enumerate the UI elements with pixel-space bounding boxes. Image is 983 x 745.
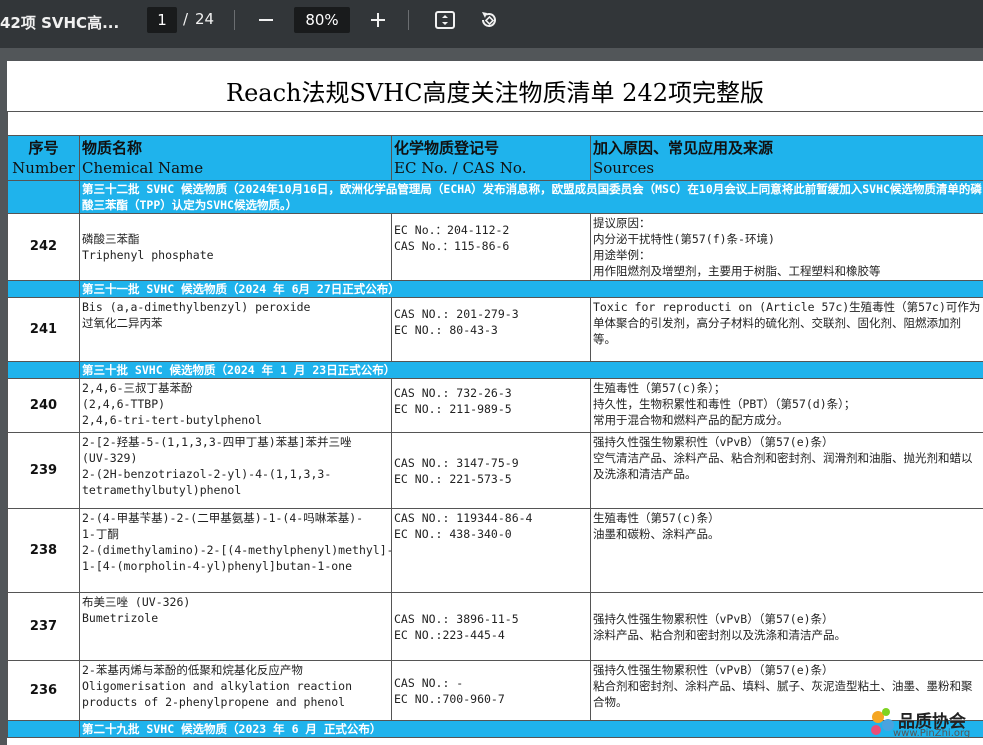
chemical-name-cell: 布美三唑 (UV-326) Bumetrizole	[79, 592, 392, 661]
page-title: Reach法规SVHC高度关注物质清单 242项完整版	[226, 79, 764, 107]
fit-page-icon	[435, 11, 455, 29]
row-number: 238	[7, 508, 80, 593]
chemical-name-cell: 2-(4-甲基苄基)-2-(二甲基氨基)-1-(4-吗啉苯基)- 1-丁酮 2-…	[79, 508, 392, 593]
zoom-level-input[interactable]: 80%	[294, 7, 350, 33]
toolbar-divider	[234, 10, 235, 30]
table-header-row: 序号 Number 物质名称 Chemical Name 化学物质登记号 EC …	[7, 135, 983, 181]
chemical-name-cell: 磷酸三苯酯 Triphenyl phosphate	[79, 213, 392, 281]
batch-row-29: 第二十九批 SVHC 候选物质（2023 年 6 月 正式公布）	[7, 720, 983, 738]
zoom-in-button[interactable]	[364, 6, 392, 34]
table-row: 242 磷酸三苯酯 Triphenyl phosphate EC No.：204…	[7, 213, 983, 281]
pdf-toolbar: 42项 SVHC高... 1 / 24 80%	[0, 0, 983, 48]
table-row: 238 2-(4-甲基苄基)-2-(二甲基氨基)-1-(4-吗啉苯基)- 1-丁…	[7, 508, 983, 593]
batch-label: 第三十一批 SVHC 候选物质（2024 年 6月 27日正式公布）	[79, 280, 983, 298]
svhc-table-wrapper: 序号 Number 物质名称 Chemical Name 化学物质登记号 EC …	[7, 111, 983, 738]
table-row: 236 2-苯基丙烯与苯酚的低聚和烷基化反应产物 Oligomerisation…	[7, 660, 983, 721]
zoom-out-icon	[259, 19, 273, 21]
row-number: 237	[7, 592, 80, 661]
chemical-name-cell: 2-苯基丙烯与苯酚的低聚和烷基化反应产物 Oligomerisation and…	[79, 660, 392, 721]
table-row: 237 布美三唑 (UV-326) Bumetrizole CAS NO.: 3…	[7, 592, 983, 661]
chemical-name-cell: 2,4,6-三叔丁基苯酚 (2,4,6-TTBP) 2,4,6-tri-tert…	[79, 378, 392, 433]
row-number: 242	[7, 213, 80, 281]
batch-label: 第三十二批 SVHC 候选物质（2024年10月16日，欧洲化学品管理局（ECH…	[79, 180, 983, 214]
watermark-url: www.PinZhi.org	[893, 728, 971, 739]
header-chemical-name: 物质名称 Chemical Name	[79, 135, 392, 181]
row-number: 239	[7, 432, 80, 509]
ec-cas-cell: CAS NO.: 3147-75-9 EC NO.: 221-573-5	[391, 432, 591, 509]
ec-cas-cell: CAS NO.: 119344-86-4 EC NO.: 438-340-0	[391, 508, 591, 593]
sources-cell: 强持久性强生物累积性（vPvB）（第57(e)条） 涂料产品、粘合剂和密封剂以及…	[590, 592, 983, 661]
rotate-icon	[482, 12, 496, 27]
rotate-button[interactable]	[475, 6, 503, 34]
sources-cell: 生殖毒性（第57(c)条）； 持久性，生物积累性和毒性（PBT）（第57(d)条…	[590, 378, 983, 433]
zoom-in-icon	[371, 13, 385, 27]
sources-cell: Toxic for reproducti on (Article 57c)生殖毒…	[590, 297, 983, 362]
batch-row-30: 第三十批 SVHC 候选物质（2024 年 1 月 23日正式公布）	[7, 361, 983, 379]
ec-cas-cell: CAS NO.: 732-26-3 EC NO.: 211-989-5	[391, 378, 591, 433]
batch-label: 第二十九批 SVHC 候选物质（2023 年 6 月 正式公布）	[79, 720, 983, 738]
row-number: 236	[7, 660, 80, 721]
sources-cell: 生殖毒性（第57(c)条） 油墨和碳粉、涂料产品。	[590, 508, 983, 593]
batch-row-32: 第三十二批 SVHC 候选物质（2024年10月16日，欧洲化学品管理局（ECH…	[7, 180, 983, 214]
fit-page-button[interactable]	[431, 6, 459, 34]
chemical-name-cell: 2-[2-羟基-5-(1,1,3,3-四甲丁基)苯基]苯并三唑 (UV-329)…	[79, 432, 392, 509]
batch-label: 第三十批 SVHC 候选物质（2024 年 1 月 23日正式公布）	[79, 361, 983, 379]
row-number: 241	[7, 297, 80, 362]
header-ec-cas: 化学物质登记号 EC No. / CAS No.	[391, 135, 591, 181]
ec-cas-cell: CAS NO.: 201-279-3 EC NO.: 80-43-3	[391, 297, 591, 362]
sources-cell: 提议原因： 内分泌干扰特性(第57(f)条-环境) 用途举例： 用作阻燃剂及增塑…	[590, 213, 983, 281]
table-row: 241 Bis (a,a-dimethylbenzyl) peroxide 过氧…	[7, 297, 983, 362]
ec-cas-cell: CAS NO.: - EC NO.:700-960-7	[391, 660, 591, 721]
page-total: 24	[195, 10, 215, 28]
batch-row-31: 第三十一批 SVHC 候选物质（2024 年 6月 27日正式公布）	[7, 280, 983, 298]
chemical-name-cell: Bis (a,a-dimethylbenzyl) peroxide 过氧化二异丙…	[79, 297, 392, 362]
page-separator: /	[183, 10, 189, 28]
sources-cell: 强持久性强生物累积性（vPvB）（第57(e)条） 空气清洁产品、涂料产品、粘合…	[590, 432, 983, 509]
ec-cas-cell: EC No.：204-112-2 CAS No.：115-86-6	[391, 213, 591, 281]
svhc-table: 序号 Number 物质名称 Chemical Name 化学物质登记号 EC …	[7, 111, 983, 738]
table-row: 239 2-[2-羟基-5-(1,1,3,3-四甲丁基)苯基]苯并三唑 (UV-…	[7, 432, 983, 509]
pdf-page: Reach法规SVHC高度关注物质清单 242项完整版 序号 Number 物质…	[7, 61, 983, 745]
zoom-out-button[interactable]	[252, 6, 280, 34]
table-row: 240 2,4,6-三叔丁基苯酚 (2,4,6-TTBP) 2,4,6-tri-…	[7, 378, 983, 433]
document-title: 42项 SVHC高...	[0, 14, 120, 32]
ec-cas-cell: CAS NO.: 3896-11-5 EC NO.:223-445-4	[391, 592, 591, 661]
table-blank-row	[7, 111, 983, 136]
header-sources: 加入原因、常见应用及来源 Sources	[590, 135, 983, 181]
page-number-input[interactable]: 1	[147, 7, 177, 33]
toolbar-divider	[408, 10, 409, 30]
header-number: 序号 Number	[7, 135, 80, 181]
row-number: 240	[7, 378, 80, 433]
